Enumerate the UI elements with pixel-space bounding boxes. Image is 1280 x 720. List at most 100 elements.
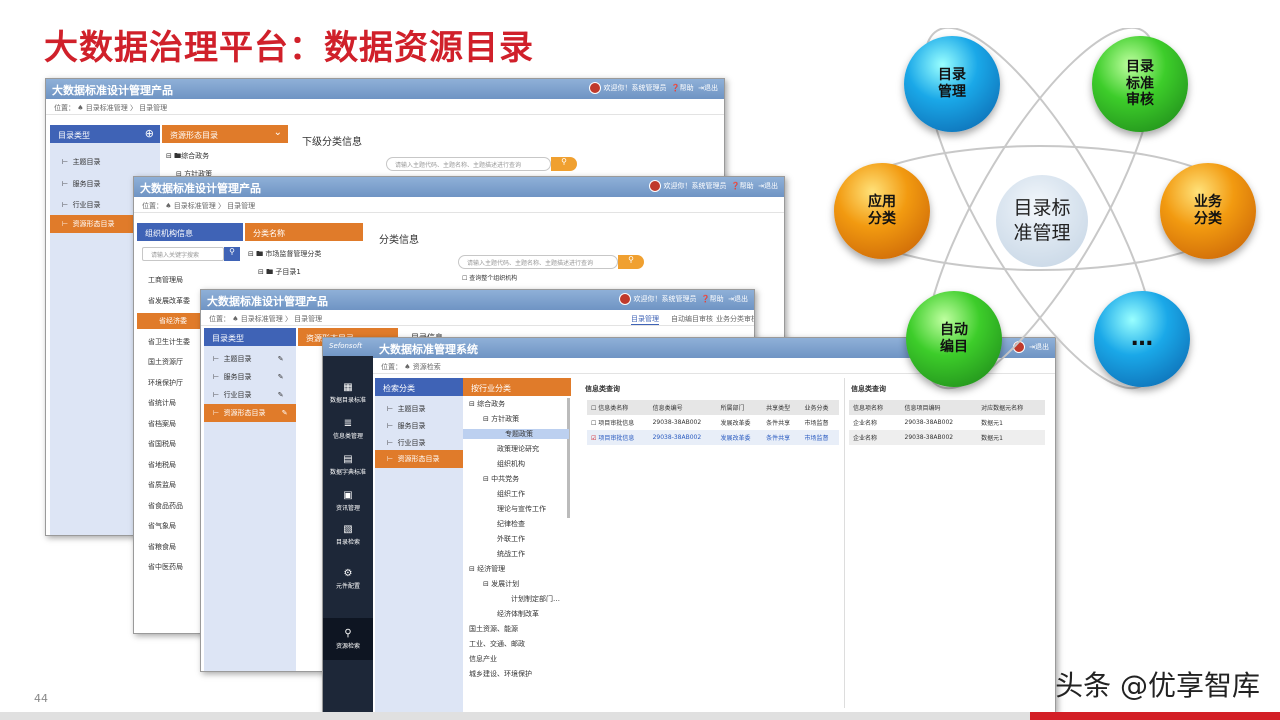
tree-node[interactable]: ⊟ 🖿综合政务 — [166, 151, 209, 163]
org-item[interactable]: 省档案局 — [148, 419, 176, 429]
info-class-table: ☐ 信息类名称 信息类编号 所属部门 共享类型 业务分类 ☐ 项目审批信息 29038-3… — [587, 400, 839, 445]
tree-node[interactable]: ⊟ 中共党务 — [483, 474, 519, 484]
edit-icon: ✎ — [277, 391, 284, 399]
footer-accent — [1030, 712, 1280, 720]
tree-node[interactable]: 计划制定部门… — [511, 594, 560, 604]
database-icon: ≣ — [343, 418, 353, 429]
tree-node[interactable]: ⊟ 🖿 市场监督管理分类 — [248, 249, 321, 261]
tree-node[interactable]: 外联工作 — [497, 534, 525, 544]
tree-node[interactable]: ⊟ 经济管理 — [469, 564, 505, 574]
table-row-selected[interactable]: ☑ 项目审批信息 29038-38AB002 发展改革委 条件共享 市场监督 — [587, 430, 839, 445]
org-item[interactable]: 省地税局 — [148, 460, 176, 470]
help-link[interactable]: 帮助 — [710, 295, 724, 303]
search-icon: ⚲ — [344, 628, 352, 639]
table-row[interactable]: 企业名称 29038-38AB002 数据元1 — [849, 415, 1045, 430]
dock-item-selected[interactable]: ⚲ 资源检索 — [323, 618, 373, 660]
chevron-down-icon[interactable]: ⌄ — [274, 127, 282, 138]
catalog-type-header: 目录类型 — [204, 328, 296, 346]
catalog-item[interactable]: ⊢ 服务目录 — [62, 179, 101, 189]
search-button[interactable]: ⚲ — [618, 255, 644, 269]
catalog-item[interactable]: ⊢ 服务目录 ✎ — [213, 372, 284, 382]
catalog-item[interactable]: ⊢ 服务目录 — [387, 421, 426, 431]
avatar — [649, 180, 662, 192]
tree-node[interactable]: 工业、交通、邮政 — [469, 639, 525, 649]
org-info-header: 组织机构信息 — [137, 223, 243, 241]
org-search-input[interactable]: 请输入关键字搜索 — [142, 247, 224, 261]
tree-node[interactable]: 理论与宣传工作 — [497, 504, 546, 514]
catalog-item[interactable]: ⊢ 行业目录 — [62, 200, 101, 210]
table-header: ☐ 信息类名称 — [587, 400, 649, 415]
tab-auto-review[interactable]: 自动编目审核 — [671, 314, 713, 324]
user-greeting: 欢迎你！系统管理员 — [603, 84, 667, 92]
catalog-item[interactable]: ⊢ 主题目录 ✎ — [213, 354, 284, 364]
edit-icon: ✎ — [277, 355, 284, 363]
search-input[interactable]: 请输入主题代码、主题名称、主题描述进行查询 — [458, 255, 618, 269]
tree-node[interactable]: 经济体制改革 — [497, 609, 539, 619]
exit-link[interactable]: 退出 — [764, 182, 778, 190]
edit-icon: ✎ — [281, 409, 288, 417]
dock-item[interactable]: ▣ 资讯管理 — [323, 490, 373, 512]
catalog-item[interactable]: ⊢ 行业目录 — [387, 438, 426, 448]
dock-item[interactable]: ⚙ 元件配置 — [323, 568, 373, 590]
breadcrumb: 位置： ♠ 目录标准管理 〉 目录管理 — [46, 99, 724, 115]
catalog-item-selected[interactable]: ⊢ 资源形态目录 — [375, 450, 463, 468]
industry-category-header: 按行业分类 — [463, 378, 571, 396]
add-icon[interactable]: ⊕ — [145, 127, 154, 140]
edit-icon: ✎ — [277, 373, 284, 381]
org-item[interactable]: 省质监局 — [148, 480, 176, 490]
tree-node[interactable]: 统战工作 — [497, 549, 525, 559]
help-link[interactable]: 帮助 — [680, 84, 694, 92]
tree-node[interactable]: 信息产业 — [469, 654, 497, 664]
tree-node[interactable]: ⊟ 方针政策 — [483, 414, 519, 424]
table-row[interactable]: ☐ 项目审批信息 29038-38AB002 发展改革委 条件共享 市场监督 — [587, 415, 839, 430]
catalog-item[interactable]: ⊢ 行业目录 ✎ — [213, 390, 284, 400]
tree-node[interactable]: 组织机构 — [497, 459, 525, 469]
tab-catalog[interactable]: 目录管理 — [631, 314, 659, 325]
image-icon: ▣ — [343, 490, 353, 501]
dock-item[interactable]: ≣ 信息类管理 — [323, 418, 373, 440]
help-icon: ❓ — [700, 295, 710, 303]
dock-item[interactable]: ▦ 数据目录标准 — [323, 382, 373, 404]
org-scope-checkbox[interactable]: ☐ 查询整个组织机构 — [462, 273, 517, 282]
app-title: 大数据标准设计管理产品 — [207, 295, 328, 308]
org-item[interactable]: 省中医药局 — [148, 562, 183, 572]
exit-link[interactable]: 退出 — [734, 295, 748, 303]
tree-node[interactable]: 政策理论研究 — [497, 444, 539, 454]
table-row[interactable]: 企业名称 29038-38AB002 数据元1 — [849, 430, 1045, 445]
tree-node[interactable]: 国土资源、能源 — [469, 624, 518, 634]
org-item[interactable]: 省气象局 — [148, 521, 176, 531]
help-link[interactable]: 帮助 — [740, 182, 754, 190]
org-item[interactable]: 工商管理局 — [148, 275, 183, 285]
tree-node[interactable]: 城乡建设、环境保护 — [469, 669, 532, 679]
org-item[interactable]: 省统计局 — [148, 398, 176, 408]
scrollbar[interactable] — [567, 398, 570, 518]
search-button[interactable]: ⚲ — [224, 247, 240, 261]
gear-icon: ⚙ — [343, 568, 353, 579]
app-title: 大数据标准设计管理产品 — [140, 182, 261, 195]
tree-node[interactable]: ⊟ 综合政务 — [469, 399, 505, 409]
catalog-item[interactable]: ⊢ 主题目录 — [62, 157, 101, 167]
exit-link[interactable]: 退出 — [704, 84, 718, 92]
tree-node[interactable]: 组织工作 — [497, 489, 525, 499]
tab-business-review[interactable]: 业务分类审核 — [716, 314, 754, 324]
tree-node[interactable]: 专题政策 — [463, 429, 569, 439]
tree-node[interactable]: 纪律检查 — [497, 519, 525, 529]
org-item[interactable]: 省粮食局 — [148, 542, 176, 552]
tree-node[interactable]: ⊟ 发展计划 — [483, 579, 519, 589]
slide-title: 大数据治理平台：数据资源目录 — [44, 28, 534, 68]
org-item[interactable]: 省发展改革委 — [148, 296, 190, 306]
dock-item[interactable]: ▧ 目录检索 — [323, 524, 373, 546]
catalog-item[interactable]: ⊢ 主题目录 — [387, 404, 426, 414]
org-item[interactable]: 环境保护厅 — [148, 378, 183, 388]
search-input[interactable]: 请输入主题代码、主题名称、主题描述进行查询 — [386, 157, 551, 171]
table-header: 共享类型 — [762, 400, 801, 415]
catalog-item-selected[interactable]: ⊢ 资源形态目录 ✎ — [204, 404, 296, 422]
org-item[interactable]: 省国税局 — [148, 439, 176, 449]
tree-node[interactable]: ⊟ 🖿 子目录1 — [258, 267, 301, 279]
dock-item[interactable]: ▤ 数据字典标准 — [323, 454, 373, 476]
page-number: 44 — [34, 692, 48, 705]
org-item[interactable]: 省食品药品 — [148, 501, 183, 511]
search-button[interactable]: ⚲ — [551, 157, 577, 171]
org-item[interactable]: 省卫生计生委 — [148, 337, 190, 347]
org-item[interactable]: 国土资源厅 — [148, 357, 183, 367]
